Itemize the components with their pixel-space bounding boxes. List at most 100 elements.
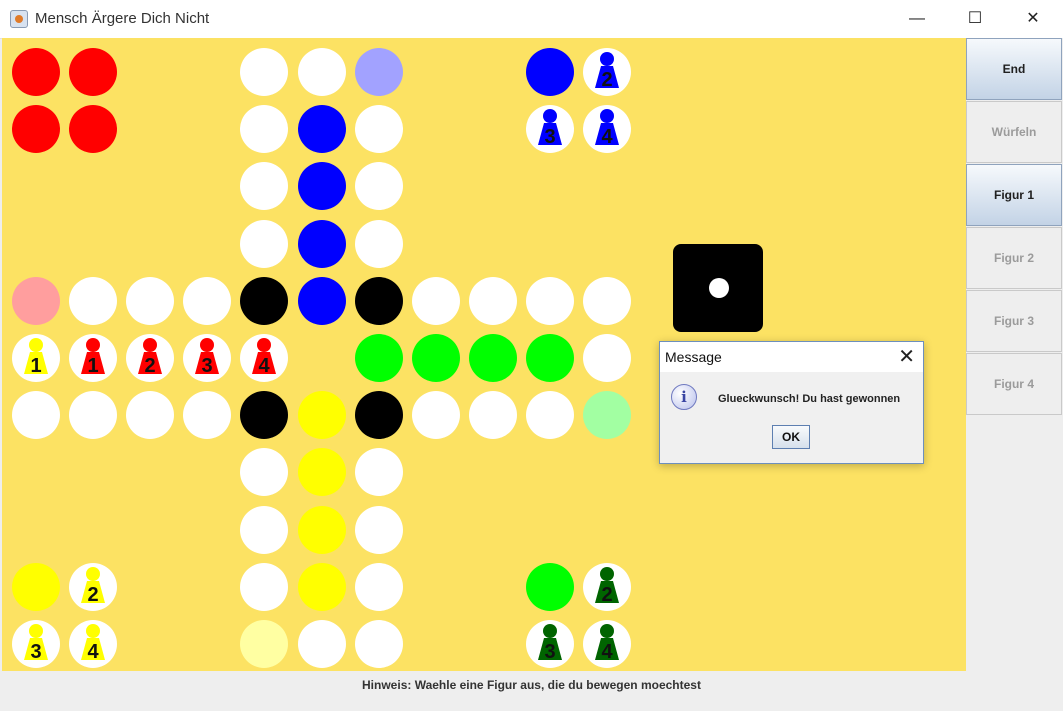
board-field-with-pawn[interactable]: 4 — [69, 620, 118, 668]
board-field[interactable] — [12, 562, 60, 611]
board-field-with-pawn[interactable]: 3 — [525, 620, 574, 668]
board-field-with-pawn[interactable]: 3 — [183, 334, 232, 382]
board-field[interactable] — [240, 620, 289, 668]
board-field[interactable] — [468, 276, 517, 325]
figur-4-button[interactable]: Figur 4 — [966, 353, 1062, 415]
board-field-with-pawn[interactable]: 2 — [583, 48, 631, 96]
red-pawn-icon: 2 — [138, 338, 163, 377]
board-field[interactable] — [525, 562, 574, 611]
board-field-with-pawn[interactable]: 1 — [12, 334, 60, 382]
board-field[interactable] — [354, 276, 403, 325]
board-field[interactable] — [12, 276, 60, 325]
board-field[interactable] — [411, 391, 460, 440]
sidebar: End Würfeln Figur 1 Figur 2 Figur 3 Figur 4 — [966, 38, 1063, 671]
wuerfeln-button[interactable]: Würfeln — [966, 101, 1062, 163]
board-field[interactable] — [354, 505, 403, 554]
end-button[interactable]: End — [966, 38, 1062, 100]
board-field[interactable] — [297, 162, 346, 211]
board-field[interactable] — [126, 391, 175, 440]
board-field[interactable] — [583, 391, 631, 440]
board-field[interactable] — [69, 391, 118, 440]
board-field[interactable] — [354, 620, 403, 668]
board-field[interactable] — [468, 334, 517, 382]
board-field[interactable] — [525, 276, 574, 325]
yellow-pawn-icon: 2 — [81, 566, 106, 606]
board-field[interactable] — [69, 105, 118, 154]
board-field[interactable] — [411, 334, 460, 382]
board-field[interactable] — [240, 562, 289, 611]
board-field[interactable] — [297, 48, 346, 96]
board-field-with-pawn[interactable]: 3 — [525, 105, 574, 154]
board-field-with-pawn[interactable]: 3 — [12, 620, 60, 668]
yellow-pawn-icon: 4 — [81, 624, 106, 663]
board-field[interactable] — [12, 48, 60, 96]
board-field[interactable] — [12, 105, 60, 154]
board-field[interactable] — [183, 276, 232, 325]
board-field-with-pawn[interactable]: 2 — [69, 562, 118, 611]
board-field[interactable] — [240, 162, 289, 211]
board-field[interactable] — [240, 48, 289, 96]
board-field[interactable] — [183, 391, 232, 440]
board-field-with-pawn[interactable]: 4 — [240, 334, 289, 382]
board-field[interactable] — [69, 276, 118, 325]
yellow-pawn-icon: 3 — [24, 624, 48, 663]
java-app-icon — [10, 10, 28, 28]
hint-text: Hinweis: Waehle eine Figur aus, die du b… — [362, 678, 701, 692]
board-field[interactable] — [297, 276, 346, 325]
board-field[interactable] — [297, 620, 346, 668]
status-bar: Hinweis: Waehle eine Figur aus, die du b… — [0, 671, 1063, 711]
minimize-button[interactable]: — — [888, 0, 946, 38]
board-field[interactable] — [354, 162, 403, 211]
board-field[interactable] — [297, 448, 346, 497]
figur-3-button[interactable]: Figur 3 — [966, 290, 1062, 352]
board-field-with-pawn[interactable]: 2 — [126, 334, 175, 382]
figur-2-button[interactable]: Figur 2 — [966, 227, 1062, 289]
board-field[interactable] — [411, 276, 460, 325]
board-field[interactable] — [354, 48, 403, 96]
board-field[interactable] — [69, 48, 118, 96]
pawn-number: 3 — [30, 641, 41, 663]
board-field[interactable] — [354, 448, 403, 497]
board-field[interactable] — [354, 219, 403, 268]
board-field[interactable] — [297, 562, 346, 611]
dialog-title-bar: Message ✕ — [660, 342, 923, 372]
board-field[interactable] — [240, 448, 289, 497]
board-field[interactable] — [583, 276, 631, 325]
dialog-close-icon[interactable]: ✕ — [898, 344, 915, 369]
board-field[interactable] — [240, 105, 289, 154]
board-field-with-pawn[interactable]: 1 — [69, 334, 118, 382]
board-field[interactable] — [297, 219, 346, 268]
board-field-with-pawn[interactable]: 4 — [583, 620, 631, 668]
blue-pawn-icon: 2 — [595, 52, 619, 91]
board-field[interactable] — [240, 276, 289, 325]
board-field[interactable] — [297, 391, 346, 440]
blue-pawn-icon: 4 — [595, 109, 619, 148]
board-field[interactable] — [525, 48, 574, 96]
close-button[interactable]: ✕ — [1004, 0, 1062, 38]
pawn-number: 4 — [601, 641, 613, 663]
board-field[interactable] — [354, 562, 403, 611]
ok-button[interactable]: OK — [772, 425, 810, 449]
green-pawn-icon: 3 — [537, 624, 562, 663]
pawn-number: 3 — [202, 355, 213, 377]
board-field[interactable] — [525, 334, 574, 382]
board-field[interactable] — [240, 505, 289, 554]
blue-pawn-icon: 3 — [537, 109, 562, 148]
board-field[interactable] — [297, 105, 346, 154]
red-pawn-icon: 3 — [195, 338, 220, 377]
board-field[interactable] — [297, 505, 346, 554]
figur-1-button[interactable]: Figur 1 — [966, 164, 1062, 226]
board-field[interactable] — [468, 391, 517, 440]
board-field[interactable] — [354, 105, 403, 154]
board-field[interactable] — [240, 391, 289, 440]
board-field[interactable] — [525, 391, 574, 440]
board-field[interactable] — [583, 334, 631, 382]
board-field-with-pawn[interactable]: 2 — [583, 562, 631, 611]
board-field[interactable] — [12, 391, 60, 440]
board-field[interactable] — [240, 219, 289, 268]
board-field[interactable] — [126, 276, 175, 325]
board-field[interactable] — [354, 391, 403, 440]
board-field-with-pawn[interactable]: 4 — [583, 105, 631, 154]
board-field[interactable] — [354, 334, 403, 382]
maximize-button[interactable]: ☐ — [946, 0, 1004, 38]
